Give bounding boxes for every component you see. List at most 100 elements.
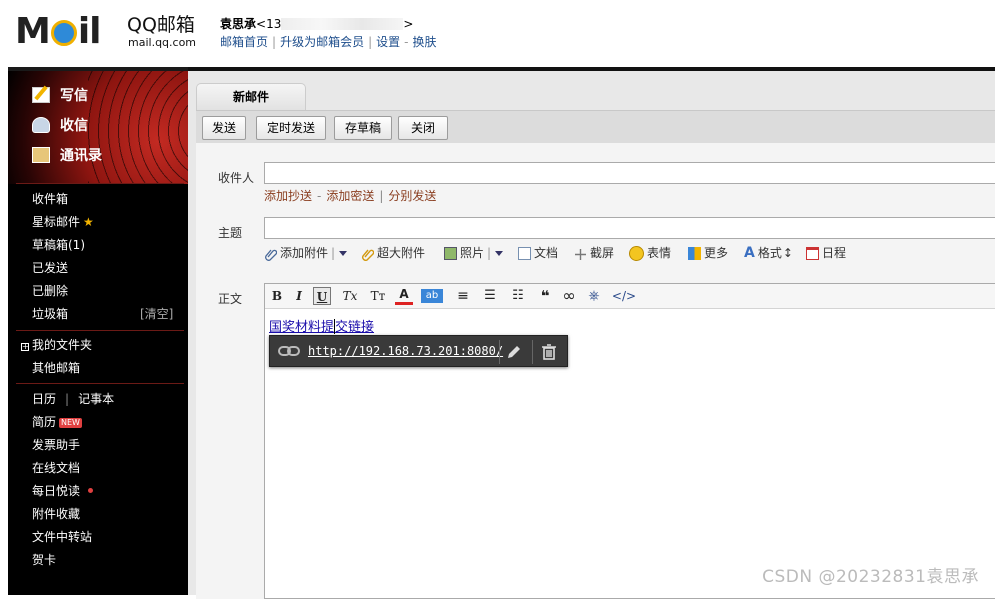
format-button[interactable]: A格式↕ (744, 243, 793, 263)
star-icon: ★ (83, 215, 94, 229)
unordered-list-button[interactable]: ☷ (507, 287, 529, 305)
subject-field[interactable] (264, 217, 995, 239)
link-upgrade-member[interactable]: 升级为邮箱会员 (280, 35, 364, 49)
scheduled-send-button[interactable]: 定时发送 (256, 116, 326, 140)
header: Mil QQ邮箱 mail.qq.com 袁思承<13> 邮箱首页|升级为邮箱会… (0, 0, 995, 66)
sidebar-item-inbox[interactable]: 收件箱 (32, 189, 68, 209)
to-field[interactable] (264, 162, 995, 184)
add-bcc-link[interactable]: 添加密送 (326, 189, 374, 203)
sidebar-item-other-mailbox[interactable]: 其他邮箱 (32, 358, 80, 378)
rich-text-editor[interactable]: B I U Tx Tт A ab ≡ ☰ ☷ ❝ ∞ ⎈ </> 国奖材料提交链… (264, 283, 995, 599)
delete-link-trash-icon[interactable] (539, 342, 559, 362)
sidebar-item-deleted[interactable]: 已删除 (32, 281, 68, 301)
compose-button[interactable]: 写信 (32, 83, 88, 107)
smiley-icon (629, 246, 644, 261)
sidebar-item-calendar[interactable]: 日历 (32, 392, 56, 406)
save-draft-button[interactable]: 存草稿 (334, 116, 392, 140)
bold-button[interactable]: B (269, 287, 285, 305)
highlight-button[interactable]: ab (421, 289, 443, 303)
align-button[interactable]: ≡ (453, 287, 473, 305)
sidebar-item-invoice[interactable]: 发票助手 (32, 435, 80, 455)
link-settings[interactable]: 设置 (376, 35, 400, 49)
add-cc-link[interactable]: 添加抄送 (264, 189, 312, 203)
divider (16, 330, 184, 331)
document-button[interactable]: 文档 (518, 243, 558, 263)
link-button[interactable]: ∞ (559, 287, 579, 305)
send-button[interactable]: 发送 (202, 116, 246, 140)
paperclip-icon (264, 247, 277, 260)
sidebar-item-file-transfer[interactable]: 文件中转站 (32, 527, 92, 547)
add-attachment-button[interactable]: 添加附件| (264, 243, 347, 263)
format-painter-button[interactable]: ⎈ (585, 287, 603, 305)
italic-button[interactable]: I (291, 287, 307, 305)
sidebar-item-attachment-favorites[interactable]: 附件收藏 (32, 504, 80, 524)
sidebar-item-resume[interactable]: 简历NEW (32, 412, 82, 432)
divider (16, 183, 184, 184)
close-button[interactable]: 关闭 (398, 116, 448, 140)
to-label: 收件人 (218, 169, 254, 186)
format-a-icon: A (744, 243, 755, 263)
user-email-prefix: <13 (256, 17, 281, 31)
underline-button[interactable]: U (313, 287, 331, 305)
font-color-button[interactable]: A (395, 287, 413, 305)
ordered-list-button[interactable]: ☰ (479, 287, 501, 305)
contacts-icon (32, 147, 50, 163)
more-button[interactable]: 更多 (688, 243, 728, 263)
send-separately-link[interactable]: 分别发送 (388, 189, 436, 203)
link-change-skin[interactable]: 换肤 (412, 35, 436, 49)
photo-button[interactable]: 照片| (444, 243, 503, 263)
sidebar: 写信 收信 通讯录 收件箱 星标邮件★ 草稿箱(1) 已发送 已删除 垃圾箱 [… (8, 67, 188, 595)
watermark: CSDN @20232831袁思承 (762, 562, 979, 587)
editor-toolbar: B I U Tx Tт A ab ≡ ☰ ☷ ❝ ∞ ⎈ </> (265, 284, 995, 309)
format-toggle-icon: ↕ (783, 243, 793, 263)
editor-content[interactable]: 国奖材料提交链接 (269, 316, 374, 335)
user-email-suffix: > (403, 17, 413, 31)
schedule-button[interactable]: 日程 (806, 243, 846, 263)
edit-link-pencil-icon[interactable] (504, 342, 524, 362)
compose-form: 收件人 添加抄送-添加密送|分别发送 主题 添加附件| 超大附件 照片| 文档 … (196, 143, 995, 599)
large-attachment-icon (361, 247, 374, 260)
sidebar-item-drafts[interactable]: 草稿箱(1) (32, 235, 85, 255)
link-mail-home[interactable]: 邮箱首页 (220, 35, 268, 49)
photo-icon (444, 247, 457, 260)
new-badge: NEW (59, 418, 82, 428)
large-attachment-button[interactable]: 超大附件 (361, 243, 425, 263)
font-size-button[interactable]: Tт (367, 287, 389, 305)
write-icon (32, 87, 50, 103)
body-label: 正文 (218, 290, 242, 307)
divider (16, 383, 184, 384)
source-code-button[interactable]: </> (611, 287, 637, 305)
empty-spam-button[interactable]: [清空] (140, 304, 173, 324)
font-family-button[interactable]: Tx (339, 287, 361, 305)
bell-icon (51, 20, 77, 46)
sidebar-item-my-folders[interactable]: +我的文件夹 (21, 335, 92, 355)
emoji-button[interactable]: 表情 (629, 243, 671, 263)
qq-mail-logo[interactable]: Mil QQ邮箱 mail.qq.com (15, 12, 200, 52)
brand-name: QQ邮箱 (127, 14, 195, 36)
inbox-icon (32, 117, 50, 133)
chevron-down-icon (495, 251, 503, 256)
link-icon (278, 345, 300, 357)
sidebar-item-spam[interactable]: 垃圾箱 (32, 304, 68, 324)
sidebar-item-sent[interactable]: 已发送 (32, 258, 68, 278)
sidebar-item-calendar-notes: 日历|记事本 (32, 389, 114, 409)
body-link[interactable]: 国奖材料提交链接 (269, 320, 374, 335)
compose-toolbar: 发送 定时发送 存草稿 关闭 (196, 110, 995, 143)
sidebar-item-greeting-card[interactable]: 贺卡 (32, 550, 56, 570)
link-edit-popup: http://192.168.73.201:8080/ (269, 335, 568, 367)
sidebar-item-online-docs[interactable]: 在线文档 (32, 458, 80, 478)
receive-button[interactable]: 收信 (32, 113, 88, 137)
popup-link-url[interactable]: http://192.168.73.201:8080/ (308, 344, 503, 358)
subject-label: 主题 (218, 224, 242, 241)
user-name: 袁思承 (220, 17, 256, 31)
quote-button[interactable]: ❝ (537, 287, 553, 305)
redacted-email (281, 18, 403, 30)
expand-icon: + (21, 343, 29, 351)
sidebar-item-daily-reading[interactable]: 每日悦读 (32, 481, 93, 501)
compose-panel: 新邮件 发送 定时发送 存草稿 关闭 收件人 添加抄送-添加密送|分别发送 主题… (188, 67, 995, 595)
sidebar-item-notes[interactable]: 记事本 (78, 392, 114, 406)
contacts-button[interactable]: 通讯录 (32, 143, 102, 167)
sidebar-item-starred[interactable]: 星标邮件★ (32, 212, 94, 232)
screenshot-button[interactable]: 截屏 (574, 243, 614, 263)
tab-new-mail[interactable]: 新邮件 (196, 83, 306, 110)
